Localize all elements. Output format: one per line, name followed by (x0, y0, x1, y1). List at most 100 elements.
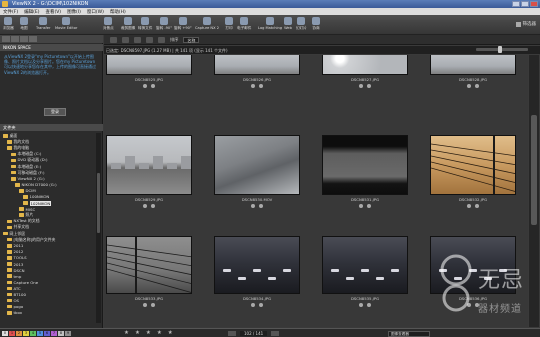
slideshow-tool[interactable]: 幻灯片 (296, 17, 307, 34)
thumbnail-image[interactable] (214, 236, 300, 294)
thumbnail-item[interactable]: DSCN8531.JPG (322, 135, 408, 215)
rating-star-icon[interactable]: ★ (146, 330, 151, 336)
label-button-0[interactable]: 0 (2, 331, 8, 336)
rating-star-icon[interactable]: ★ (124, 330, 129, 336)
scrollbar-thumb[interactable] (97, 173, 100, 233)
rotate-icon[interactable] (143, 84, 147, 88)
panel-tab-icon[interactable] (29, 36, 37, 42)
panel-tab-icon[interactable] (20, 36, 28, 42)
menu-view[interactable]: 查看(V) (45, 9, 61, 15)
label-button-9[interactable]: 9 (65, 331, 71, 336)
rotate-icon[interactable] (467, 303, 471, 307)
thumbnail-image[interactable] (322, 135, 408, 195)
info-icon[interactable] (259, 84, 263, 88)
thumbnail-image[interactable] (430, 135, 516, 195)
info-icon[interactable] (367, 84, 371, 88)
rotate-icon[interactable] (143, 303, 147, 307)
thumbnail-view-icon[interactable] (146, 36, 153, 43)
thumbnail-image[interactable] (214, 135, 300, 195)
thumbnail-item[interactable]: DSCN8530.MOV (214, 135, 300, 215)
filter-toggle[interactable]: 筛选器 (515, 21, 536, 27)
info-icon[interactable] (151, 204, 155, 208)
list-view-icon[interactable] (158, 36, 165, 43)
rotate-icon[interactable] (467, 204, 471, 208)
email-tool[interactable]: 电子邮件 (237, 17, 251, 34)
thumbnail-item[interactable]: DSCN8526.JPG (214, 55, 300, 95)
info-icon[interactable] (259, 303, 263, 307)
thumbnail-item[interactable]: DSCN8534.JPG (214, 236, 300, 314)
label-button-4[interactable]: 4 (30, 331, 36, 336)
label-button-3[interactable]: 3 (23, 331, 29, 336)
folder-tree-item[interactable]: tbox (3, 310, 99, 316)
thumbnail-item[interactable]: DSCN8529.JPG (106, 135, 192, 215)
info-icon[interactable] (151, 84, 155, 88)
crop-tool[interactable]: 裁剪图像 (121, 17, 135, 34)
browser-tool[interactable]: 浏览器 (3, 17, 14, 34)
thumbnail-item[interactable]: DSCN8532.JPG (430, 135, 516, 215)
rotate-icon[interactable] (359, 84, 363, 88)
rotate-icon[interactable] (467, 84, 471, 88)
viewer-select[interactable]: 图像查看器 (388, 330, 430, 337)
capture-nx-tool[interactable]: Capture NX 2 (195, 17, 219, 34)
thumbnail-item[interactable]: DSCN8525.JPG (106, 55, 192, 95)
info-icon[interactable] (367, 303, 371, 307)
menu-edit[interactable]: 编辑(E) (24, 9, 39, 15)
label-button-7[interactable]: 7 (51, 331, 57, 336)
rating-star-icon[interactable]: ★ (168, 330, 173, 336)
grid-scrollbar[interactable] (529, 55, 539, 327)
thumbnail-item[interactable]: DSCN8533.JPG (106, 236, 192, 314)
label-button-2[interactable]: 2 (16, 331, 22, 336)
share-tool[interactable]: 协商 (312, 17, 320, 34)
thumbnail-item[interactable]: DSCN8528.JPG (430, 55, 516, 95)
thumbnail-image[interactable] (322, 236, 408, 294)
info-icon[interactable] (259, 204, 263, 208)
login-button[interactable]: 登录 (44, 108, 66, 116)
forward-icon[interactable] (122, 36, 129, 43)
thumbnail-image[interactable] (106, 236, 192, 294)
info-icon[interactable] (475, 204, 479, 208)
minimize-button[interactable] (512, 1, 520, 7)
log-matching-tool[interactable]: Log Matching (258, 17, 282, 34)
next-page-button[interactable] (271, 330, 280, 336)
maximize-button[interactable] (521, 1, 529, 7)
panel-tab-icon[interactable] (11, 36, 19, 42)
prev-page-button[interactable] (228, 330, 236, 336)
rotate-icon[interactable] (143, 204, 147, 208)
menu-help[interactable]: 帮助(H) (110, 9, 126, 15)
rotate-left-tool[interactable]: 旋转 -90° (156, 17, 172, 34)
info-icon[interactable] (475, 84, 479, 88)
slider-handle[interactable] (498, 46, 502, 53)
map-tool[interactable]: 地图 (20, 17, 28, 34)
thumbnail-image[interactable] (106, 135, 192, 195)
rating-star-icon[interactable]: ★ (157, 330, 162, 336)
print-tool[interactable]: 打印 (225, 17, 233, 34)
menu-file[interactable]: 文件(F) (3, 9, 18, 15)
panel-tab-icon[interactable] (2, 36, 10, 42)
web-tool[interactable]: Web (284, 17, 292, 34)
sort-select[interactable]: 名称 (183, 36, 200, 43)
focus-point-tool[interactable]: 对焦点 (103, 17, 114, 34)
thumbnail-item[interactable]: DSCN8527.JPG (322, 55, 408, 95)
convert-tool[interactable]: 转换文件 (138, 17, 152, 34)
menu-window[interactable]: 窗口(W) (87, 9, 104, 15)
label-button-8[interactable]: 8 (58, 331, 64, 336)
rotate-icon[interactable] (359, 303, 363, 307)
folder-tree-scrollbar[interactable] (96, 133, 101, 323)
rotate-icon[interactable] (359, 204, 363, 208)
rotate-right-tool[interactable]: 旋转 +90° (174, 17, 192, 34)
thumbnail-image[interactable] (214, 55, 300, 75)
info-icon[interactable] (151, 303, 155, 307)
thumbnail-image[interactable] (322, 55, 408, 75)
thumbnail-item[interactable]: DSCN8535.JPG (322, 236, 408, 314)
up-folder-icon[interactable] (134, 36, 141, 43)
thumbnail-size-slider[interactable] (476, 46, 528, 53)
info-icon[interactable] (367, 204, 371, 208)
menu-image[interactable]: 图像(I) (67, 9, 81, 15)
movie-editor-tool[interactable]: Movie Editor (55, 17, 77, 34)
rating-star-icon[interactable]: ★ (135, 330, 140, 336)
rotate-icon[interactable] (251, 204, 255, 208)
rotate-icon[interactable] (251, 84, 255, 88)
rotate-icon[interactable] (251, 303, 255, 307)
label-button-6[interactable]: 6 (44, 331, 50, 336)
label-button-5[interactable]: 5 (37, 331, 43, 336)
